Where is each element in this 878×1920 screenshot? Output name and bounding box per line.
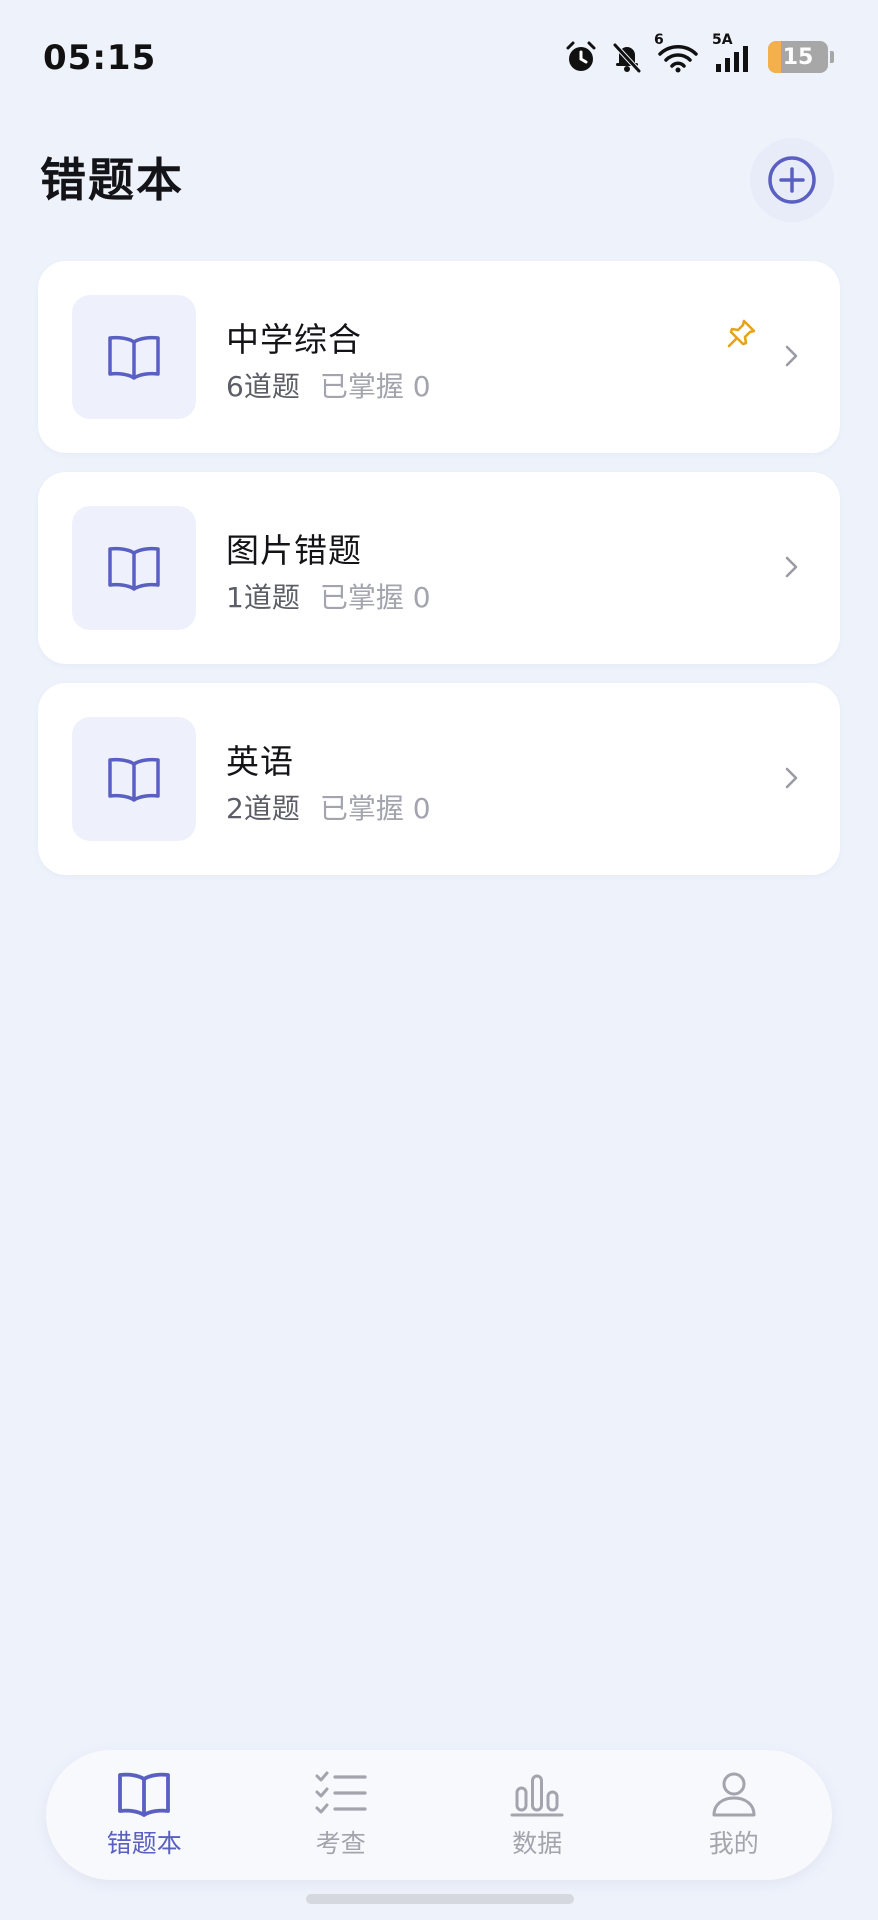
chevron-right-icon (782, 341, 802, 375)
status-bar: 05:15 6 5A 15 (0, 0, 878, 110)
nav-item-profile[interactable]: 我的 (659, 1770, 809, 1860)
pin-icon[interactable] (726, 317, 758, 353)
mastered-count: 已掌握 0 (319, 370, 431, 403)
wifi-label: 6 (654, 32, 664, 48)
book-icon (118, 1772, 171, 1817)
book-icon (108, 546, 160, 591)
add-notebook-button[interactable] (750, 138, 834, 222)
nav-label: 考查 (315, 1829, 366, 1858)
chevron-right-icon (782, 763, 802, 797)
signal-icon: 5A (712, 32, 756, 74)
plus-circle-icon (768, 156, 816, 204)
question-count: 1道题 (226, 581, 300, 614)
person-icon (712, 1772, 756, 1817)
battery-level: 15 (782, 44, 814, 70)
nav-item-quiz[interactable]: 考查 (266, 1770, 416, 1860)
question-count: 6道题 (226, 370, 300, 403)
notebook-icon-box (72, 717, 196, 841)
nav-item-data[interactable]: 数据 (462, 1770, 612, 1860)
notebook-icon-box (72, 295, 196, 419)
nav-label: 错题本 (106, 1829, 182, 1858)
mastered-count: 已掌握 0 (319, 792, 431, 825)
status-time: 05:15 (43, 38, 157, 78)
alarm-icon (564, 40, 598, 74)
notebook-card[interactable]: 中学综合 6道题 已掌握 0 (38, 261, 840, 453)
nav-label: 数据 (512, 1829, 563, 1858)
bar-chart-icon (510, 1774, 564, 1817)
bottom-nav: 错题本 考查 数据 我的 (46, 1750, 832, 1880)
notebook-title: 英语 (226, 742, 294, 781)
home-indicator[interactable] (306, 1894, 574, 1904)
status-icons: 6 5A 15 (564, 32, 834, 74)
battery-icon: 15 (768, 41, 834, 73)
screen: 05:15 6 5A 15 错题本 中学综合 6道题 已掌握 0 图片错题 1道… (0, 0, 878, 1920)
chevron-right-icon (782, 552, 802, 586)
notebook-title: 中学综合 (226, 320, 362, 359)
notebook-meta: 1道题 已掌握 0 (226, 576, 431, 616)
mastered-count: 已掌握 0 (319, 581, 431, 614)
notebook-meta: 6道题 已掌握 0 (226, 365, 431, 405)
page-title: 错题本 (40, 153, 184, 207)
nav-label: 我的 (708, 1829, 759, 1858)
notebook-icon-box (72, 506, 196, 630)
book-icon (108, 757, 160, 802)
nav-item-notebook[interactable]: 错题本 (69, 1770, 219, 1860)
notebook-meta: 2道题 已掌握 0 (226, 787, 431, 827)
notebook-title: 图片错题 (226, 531, 362, 570)
checklist-icon (315, 1771, 367, 1814)
book-icon (108, 335, 160, 380)
notebook-card[interactable]: 图片错题 1道题 已掌握 0 (38, 472, 840, 664)
signal-label: 5A (712, 32, 733, 48)
bell-mute-icon (610, 40, 644, 74)
notebook-list: 中学综合 6道题 已掌握 0 图片错题 1道题 已掌握 0 英语 2道题 已掌握… (38, 261, 840, 894)
wifi-icon: 6 (654, 32, 700, 74)
question-count: 2道题 (226, 792, 300, 825)
notebook-card[interactable]: 英语 2道题 已掌握 0 (38, 683, 840, 875)
